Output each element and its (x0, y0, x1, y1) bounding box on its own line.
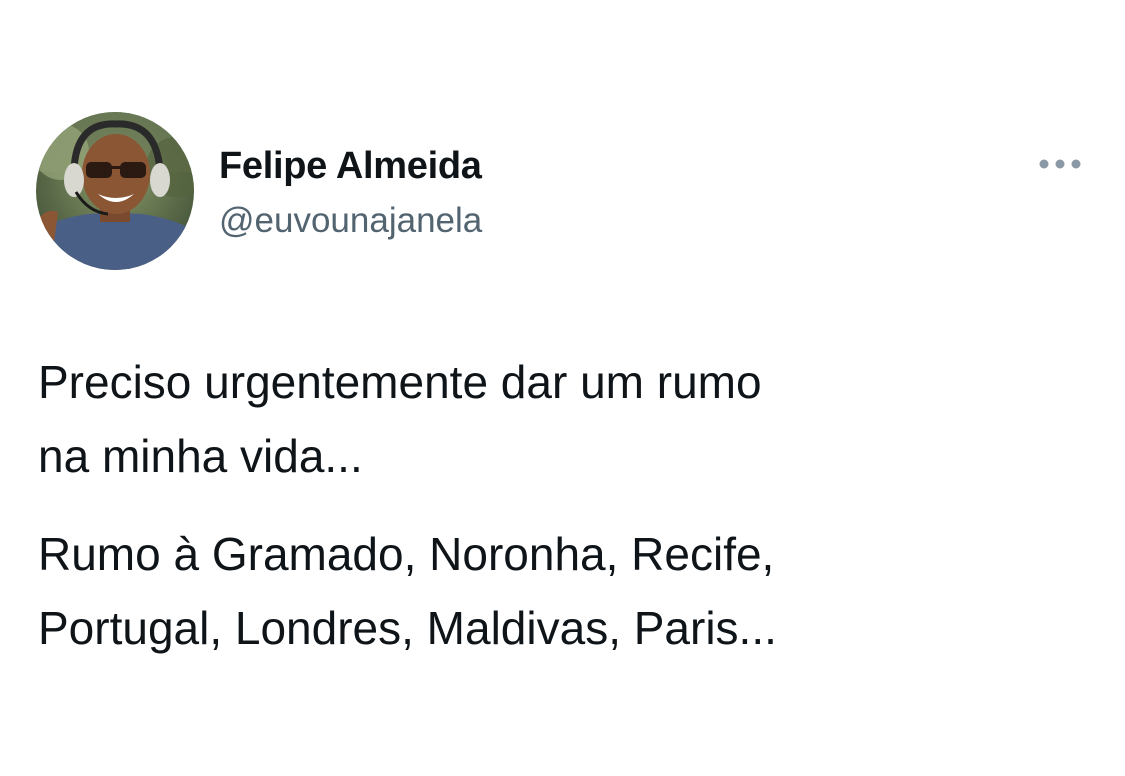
tweet-line: Preciso urgentemente dar um rumo (38, 356, 762, 408)
author-handle[interactable]: @euvounajanela (219, 199, 482, 243)
tweet-line: Rumo à Gramado, Noronha, Recife, (38, 528, 775, 580)
author-display-name[interactable]: Felipe Almeida (219, 143, 482, 189)
tweet-body: Preciso urgentemente dar um rumo na minh… (38, 345, 1098, 689)
tweet-paragraph: Rumo à Gramado, Noronha, Recife, Portuga… (38, 517, 1098, 665)
more-options-button[interactable] (1030, 144, 1090, 184)
tweet-line: na minha vida... (38, 430, 363, 482)
ellipsis-icon (1039, 159, 1081, 169)
tweet-paragraph: Preciso urgentemente dar um rumo na minh… (38, 345, 1098, 493)
tweet-line: Portugal, Londres, Maldivas, Paris... (38, 602, 777, 654)
tweet-card: Felipe Almeida @euvounajanela Preciso ur… (0, 0, 1125, 776)
author-avatar[interactable] (36, 112, 194, 270)
avatar-photo (36, 112, 194, 270)
